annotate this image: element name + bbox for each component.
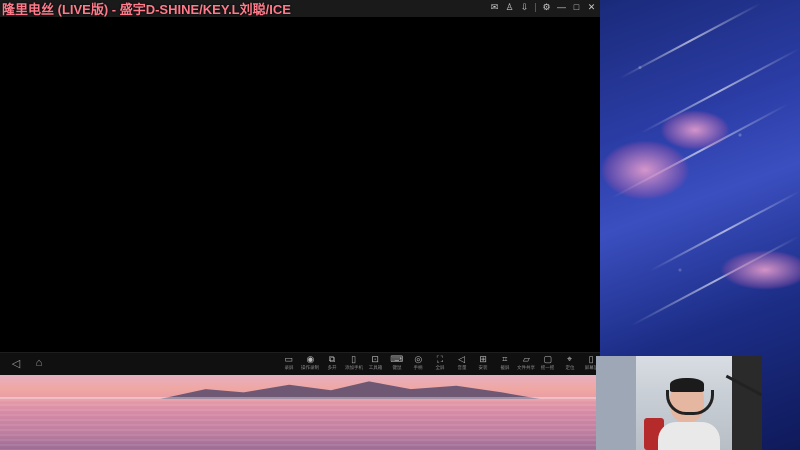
maximize-icon[interactable]: □	[572, 2, 581, 13]
toolbox-icon: ⊡	[371, 354, 379, 364]
user-icon[interactable]: ♙	[505, 2, 514, 13]
tool-label: 音量	[457, 365, 467, 371]
window-controls: ✉ ♙ ⇩ ⚙ — □ ✕	[490, 2, 596, 13]
webcam-overlay	[596, 356, 762, 450]
gamepad-button[interactable]: ◎ 手柄	[408, 354, 430, 372]
download-icon[interactable]: ⇩	[520, 2, 529, 13]
tool-label: 添加手机	[344, 365, 363, 371]
settings-icon[interactable]: ⚙	[542, 2, 551, 13]
install-button[interactable]: ⊞ 安装	[472, 354, 494, 372]
tool-label: 安装	[478, 365, 488, 371]
volume-button[interactable]: ◁ 音量	[451, 354, 473, 372]
phone-icon: ▯	[351, 354, 357, 364]
shake-icon: ▢	[543, 354, 553, 364]
folder-icon: ▱	[522, 354, 530, 364]
keyboard-mouse-button[interactable]: ⌨ 键鼠	[386, 354, 408, 372]
shelf	[732, 356, 762, 450]
toolbox-button[interactable]: ⊡ 工具箱	[364, 354, 386, 372]
fullscreen-button[interactable]: ⛶ 全屏	[429, 354, 451, 372]
tool-label: 工具箱	[368, 365, 382, 371]
volume-icon: ◁	[458, 354, 465, 364]
rotate-icon: ▯	[588, 354, 594, 364]
tool-label: 截屏	[500, 365, 510, 371]
bottom-toolbar: ◁ ⌂ ▭ 录屏 ◉ 操作录制 ⧉ 多开 ▯ 添加手机 ⊡ 工具箱 ⌨ 键鼠 ◎…	[0, 352, 600, 376]
tool-label: 定位	[565, 365, 575, 371]
tool-label: 操作录制	[301, 365, 320, 371]
sunset-wallpaper	[0, 375, 600, 450]
fullscreen-icon: ⛶	[436, 354, 444, 364]
home-icon[interactable]: ⌂	[32, 357, 46, 369]
install-icon: ⊞	[479, 354, 487, 364]
record-icon: ▭	[284, 354, 294, 364]
tool-label: 全屏	[435, 365, 445, 371]
operation-record-button[interactable]: ◉ 操作录制	[300, 354, 322, 372]
water-reflection	[0, 399, 600, 450]
record-button[interactable]: ▭ 录屏	[278, 354, 300, 372]
tool-list: ▭ 录屏 ◉ 操作录制 ⧉ 多开 ▯ 添加手机 ⊡ 工具箱 ⌨ 键鼠 ◎ 手柄 …	[278, 354, 602, 372]
location-pin-icon: ⌖	[566, 354, 573, 364]
video-area[interactable]	[0, 17, 600, 352]
gamepad-icon: ◎	[414, 354, 423, 364]
back-icon[interactable]: ◁	[9, 357, 23, 370]
mountain-silhouette	[160, 381, 540, 399]
multi-window-icon: ⧉	[328, 354, 336, 364]
location-button[interactable]: ⌖ 定位	[559, 354, 581, 372]
divider	[535, 3, 536, 12]
keyboard-icon: ⌨	[390, 354, 404, 364]
shake-button[interactable]: ▢ 摇一摇	[537, 354, 559, 372]
crop-icon: ⌗	[502, 354, 508, 364]
tool-label: 多开	[327, 365, 337, 371]
tool-label: 键鼠	[392, 365, 402, 371]
file-share-button[interactable]: ▱ 文件共享	[516, 354, 538, 372]
tool-label: 手柄	[413, 365, 423, 371]
window-title: 隆里电丝 (LIVE版) - 盛宇D-SHINE/KEY.L刘聪/ICE	[2, 2, 291, 17]
title-bar[interactable]: 隆里电丝 (LIVE版) - 盛宇D-SHINE/KEY.L刘聪/ICE ✉ ♙…	[0, 0, 600, 17]
multi-open-button[interactable]: ⧉ 多开	[321, 354, 343, 372]
screenshot-button[interactable]: ⌗ 截屏	[494, 354, 516, 372]
close-icon[interactable]: ✕	[587, 2, 596, 13]
door	[596, 356, 636, 450]
person-body	[658, 422, 720, 450]
add-phone-button[interactable]: ▯ 添加手机	[343, 354, 365, 372]
tool-label: 文件共享	[517, 365, 536, 371]
minimize-icon[interactable]: —	[557, 2, 566, 13]
tool-label: 录屏	[284, 365, 294, 371]
operation-record-icon: ◉	[306, 354, 315, 364]
tool-label: 摇一摇	[541, 365, 555, 371]
phone-mirror-window: 隆里电丝 (LIVE版) - 盛宇D-SHINE/KEY.L刘聪/ICE ✉ ♙…	[0, 0, 600, 376]
mail-icon[interactable]: ✉	[490, 2, 499, 13]
